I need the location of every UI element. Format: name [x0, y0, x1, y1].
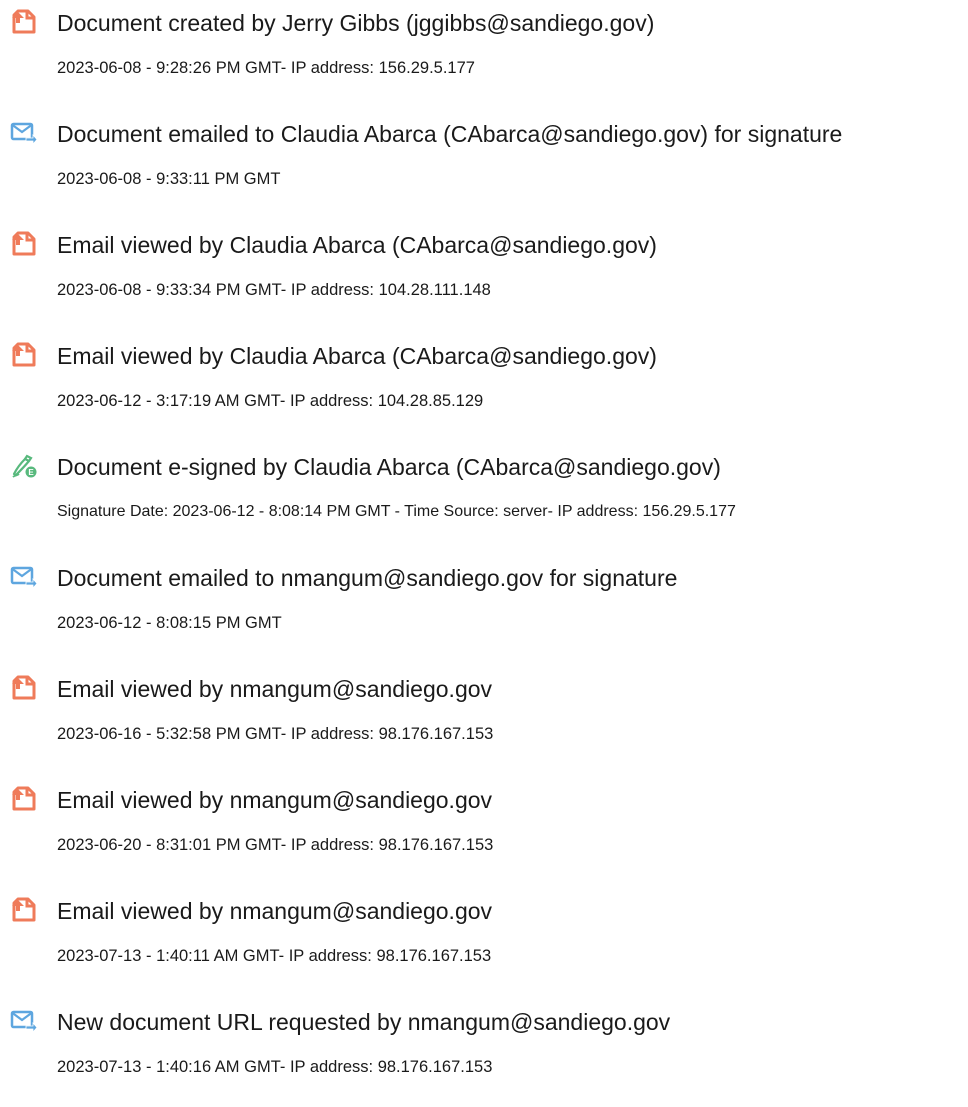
event-title: Email viewed by Claudia Abarca (CAbarca@…	[57, 343, 657, 369]
audit-event: Email viewed by nmangum@sandiego.gov 202…	[0, 888, 968, 978]
event-detail: 2023-06-16 - 5:32:58 PM GMT- IP address:…	[57, 725, 494, 743]
audit-event: Email viewed by nmangum@sandiego.gov 202…	[0, 777, 968, 867]
event-detail: 2023-06-08 - 9:33:34 PM GMT- IP address:…	[57, 281, 491, 299]
event-title: Document emailed to Claudia Abarca (CAba…	[57, 121, 843, 147]
event-detail: 2023-07-13 - 1:40:11 AM GMT- IP address:…	[57, 947, 492, 965]
document-created-icon	[10, 9, 38, 35]
event-detail: 2023-06-20 - 8:31:01 PM GMT- IP address:…	[57, 836, 494, 854]
event-detail: 2023-06-08 - 9:33:11 PM GMT	[57, 170, 281, 188]
event-detail: 2023-06-08 - 9:28:26 PM GMT- IP address:…	[57, 59, 475, 77]
audit-event: E Document e-signed by Claudia Abarca (C…	[0, 444, 968, 534]
event-title: Document e-signed by Claudia Abarca (CAb…	[57, 454, 721, 480]
event-detail: 2023-06-12 - 8:08:15 PM GMT	[57, 614, 282, 632]
event-detail: 2023-06-12 - 3:17:19 AM GMT- IP address:…	[57, 392, 484, 410]
e-signed-icon: E	[10, 453, 38, 479]
event-title: Document emailed to nmangum@sandiego.gov…	[57, 565, 678, 591]
audit-event: Document emailed to Claudia Abarca (CAba…	[0, 111, 968, 201]
audit-event: Document emailed to nmangum@sandiego.gov…	[0, 555, 968, 645]
email-viewed-icon	[10, 897, 38, 923]
email-viewed-icon	[10, 342, 38, 368]
email-viewed-icon	[10, 675, 38, 701]
event-title: Email viewed by nmangum@sandiego.gov	[57, 787, 493, 813]
audit-event: Email viewed by Claudia Abarca (CAbarca@…	[0, 333, 968, 423]
svg-text:E: E	[28, 468, 34, 477]
audit-event: New document URL requested by nmangum@sa…	[0, 999, 968, 1089]
audit-event: Email viewed by Claudia Abarca (CAbarca@…	[0, 222, 968, 312]
audit-event: Document created by Jerry Gibbs (jggibbs…	[0, 0, 968, 90]
event-detail: 2023-07-13 - 1:40:16 AM GMT- IP address:…	[57, 1058, 493, 1076]
url-requested-icon	[10, 1008, 38, 1034]
document-emailed-icon	[10, 120, 38, 146]
audit-event: Email viewed by nmangum@sandiego.gov 202…	[0, 666, 968, 756]
email-viewed-icon	[10, 786, 38, 812]
event-title: Email viewed by nmangum@sandiego.gov	[57, 898, 493, 924]
event-title: Email viewed by Claudia Abarca (CAbarca@…	[57, 232, 657, 258]
event-detail: Signature Date: 2023-06-12 - 8:08:14 PM …	[57, 503, 736, 520]
event-title: Document created by Jerry Gibbs (jggibbs…	[57, 10, 655, 36]
document-emailed-icon	[10, 564, 38, 590]
email-viewed-icon	[10, 231, 38, 257]
event-title: Email viewed by nmangum@sandiego.gov	[57, 676, 493, 702]
event-title: New document URL requested by nmangum@sa…	[57, 1009, 671, 1035]
